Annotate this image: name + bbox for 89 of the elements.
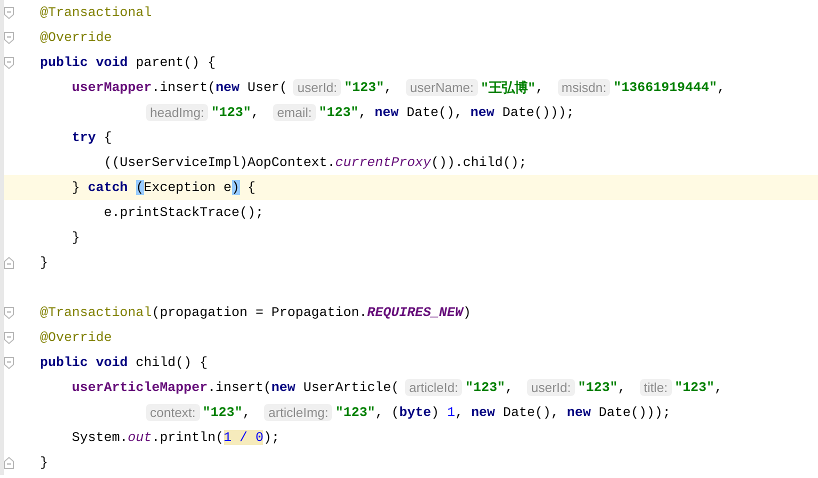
parameter-hint: articleImg: xyxy=(264,404,332,421)
code-text: , xyxy=(505,380,514,395)
fold-icon[interactable] xyxy=(4,6,14,18)
annotation-text: @Override xyxy=(40,330,112,345)
string-literal: "123" xyxy=(465,380,506,395)
keyword-text: try xyxy=(70,130,96,145)
parameter-hint: email: xyxy=(273,104,316,121)
string-literal: "123" xyxy=(318,105,359,120)
keyword-text: public void xyxy=(40,55,128,70)
fold-icon[interactable] xyxy=(4,332,14,344)
string-literal: "13661919444" xyxy=(613,80,718,95)
code-text: } xyxy=(40,255,48,270)
code-text: ) xyxy=(431,405,440,420)
code-text: , xyxy=(455,405,464,420)
string-literal: "123" xyxy=(344,80,384,95)
code-text: Date(), xyxy=(502,405,560,420)
code-text: child() { xyxy=(134,355,208,370)
parameter-hint: userId: xyxy=(527,379,575,396)
code-text: .insert( xyxy=(208,380,272,395)
field-name: userArticleMapper xyxy=(70,380,208,395)
static-member: currentProxy xyxy=(335,155,432,170)
fold-icon[interactable] xyxy=(4,56,14,68)
code-text: { xyxy=(102,130,112,145)
annotation-text: @Override xyxy=(40,30,112,45)
code-text: , xyxy=(714,380,722,395)
static-member: out xyxy=(128,430,152,445)
code-text: (propagation = Propagation. xyxy=(152,305,368,320)
code-text: ()).child(); xyxy=(431,155,527,170)
code-text: UserArticle( xyxy=(302,380,400,395)
keyword-text: new xyxy=(471,405,496,420)
code-text: .insert( xyxy=(152,80,216,95)
string-literal: "王弘博" xyxy=(480,80,536,96)
code-text: } xyxy=(70,180,81,195)
matched-brace: ) xyxy=(232,180,240,195)
code-text: .println( xyxy=(152,430,224,445)
parameter-hint: userId: xyxy=(293,79,342,96)
field-name: userMapper xyxy=(70,80,152,95)
string-literal: "123" xyxy=(674,380,714,395)
code-text: , xyxy=(358,105,368,120)
keyword-text: new xyxy=(470,105,494,120)
code-text: System. xyxy=(70,430,128,445)
code-text: , xyxy=(384,80,394,95)
code-text: , xyxy=(618,380,627,395)
string-literal: "123" xyxy=(578,380,618,395)
string-literal: "123" xyxy=(211,105,252,120)
annotation-text: @Transactional xyxy=(40,305,152,320)
parameter-hint: context: xyxy=(146,404,200,421)
fold-icon[interactable] xyxy=(4,356,14,368)
parameter-hint: userName: xyxy=(406,79,478,96)
code-text: , xyxy=(536,80,545,95)
code-text: { xyxy=(246,180,256,195)
keyword-text: byte xyxy=(399,405,432,420)
keyword-text: new xyxy=(216,80,240,95)
code-text: User( xyxy=(246,80,288,95)
code-text: ((UserServiceImpl)AopContext. xyxy=(102,155,336,170)
keyword-text: new xyxy=(566,405,591,420)
enum-constant: REQUIRES_NEW xyxy=(367,305,463,320)
annotation-text: @Transactional xyxy=(40,5,152,20)
code-text: , ( xyxy=(375,405,400,420)
code-text: Date(), xyxy=(406,105,464,120)
parameter-hint: headImg: xyxy=(146,104,208,121)
string-literal: "123" xyxy=(335,405,376,420)
keyword-text: catch xyxy=(88,180,129,195)
code-text: parent() { xyxy=(134,55,216,70)
code-text: } xyxy=(40,455,48,470)
highlighted-expression: 1 / 0 xyxy=(224,430,264,445)
code-text: e.printStackTrace(); xyxy=(102,205,264,220)
parameter-hint: title: xyxy=(640,379,672,396)
code-text: ) xyxy=(462,305,471,320)
code-text: } xyxy=(70,230,80,245)
fold-icon[interactable] xyxy=(4,456,14,468)
fold-icon[interactable] xyxy=(4,256,14,268)
code-text: , xyxy=(242,405,252,420)
fold-icon[interactable] xyxy=(4,32,14,44)
matched-brace: ( xyxy=(136,180,144,195)
keyword-text: new xyxy=(374,105,399,120)
code-text: , xyxy=(251,105,260,120)
string-literal: "123" xyxy=(202,405,242,420)
parameter-hint: articleId: xyxy=(405,379,462,396)
parameter-hint: msisdn: xyxy=(558,79,610,96)
code-text: , xyxy=(717,80,726,95)
code-text: Date())); xyxy=(598,405,671,420)
fold-icon[interactable] xyxy=(4,306,14,318)
code-text: Date())); xyxy=(501,105,574,120)
keyword-text: public void xyxy=(40,355,128,370)
number-literal: 1 xyxy=(447,405,456,420)
code-text: ); xyxy=(263,430,280,445)
code-text: Exception e xyxy=(144,180,232,195)
keyword-text: new xyxy=(271,380,296,395)
